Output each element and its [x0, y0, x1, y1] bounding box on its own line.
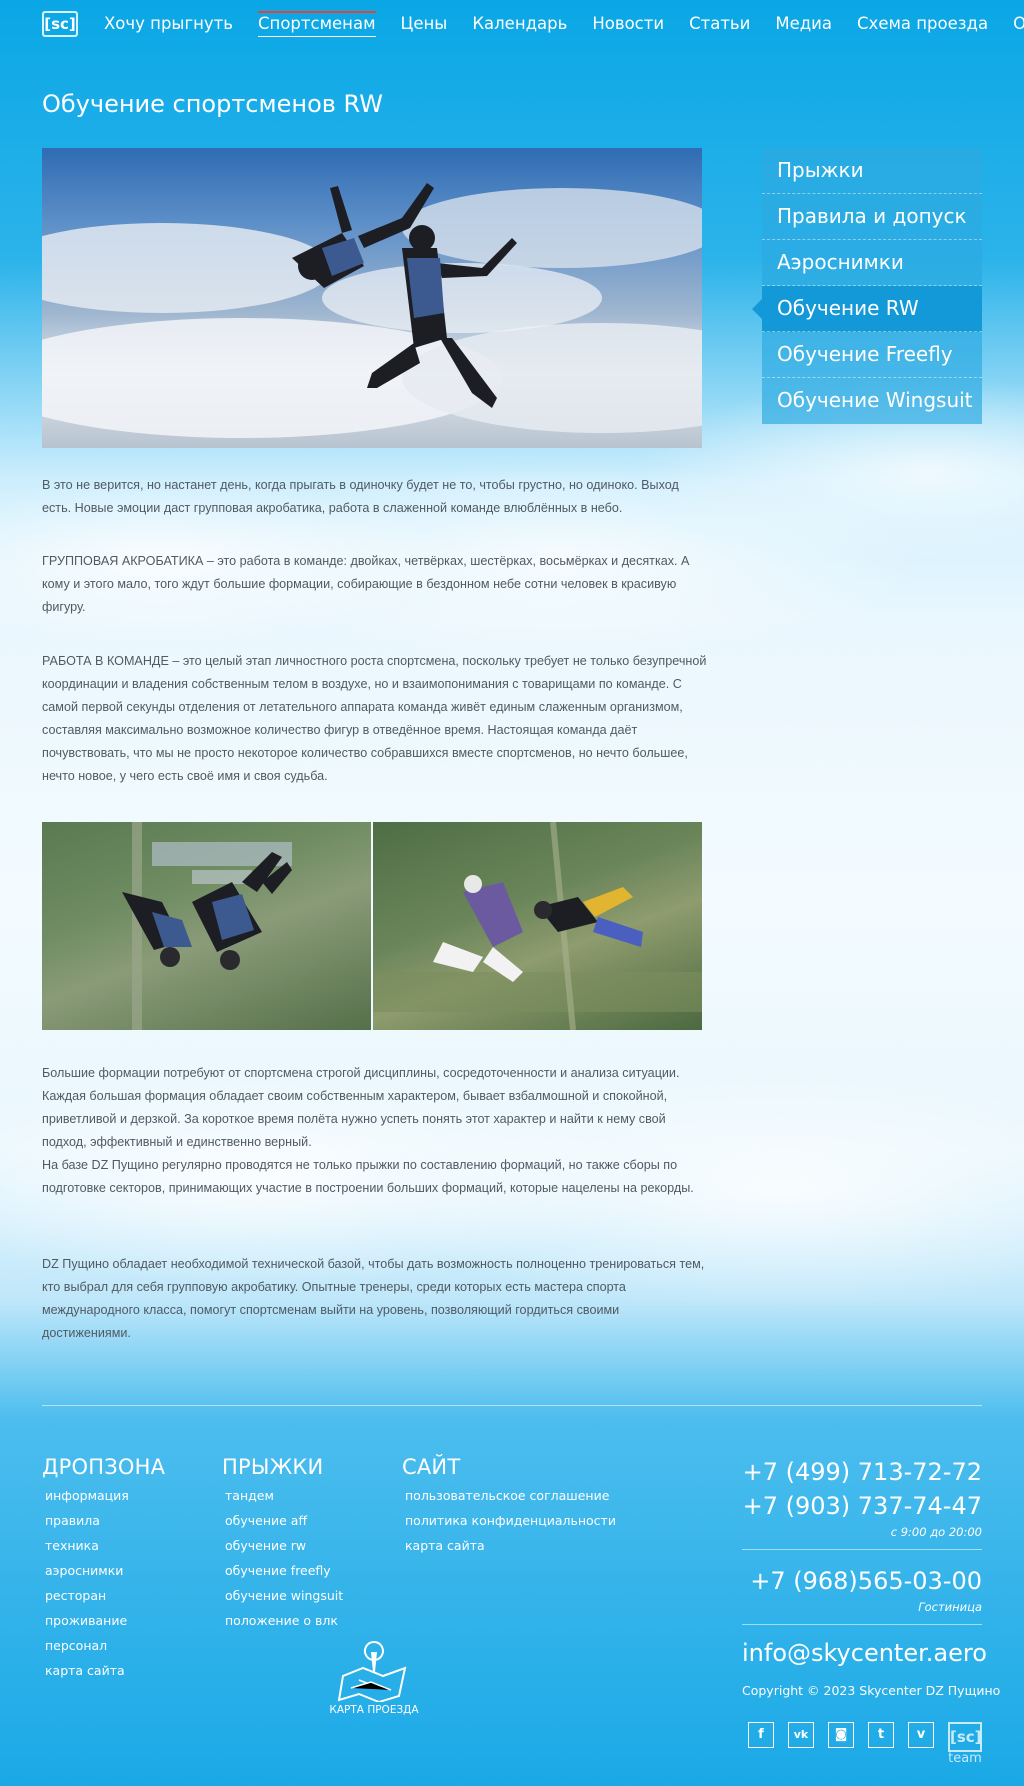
sidebar-item-rw-training[interactable]: Обучение RW [752, 286, 982, 332]
footer-link-privacy-policy[interactable]: политика конфиденциальности [402, 1508, 616, 1533]
nav-item-media[interactable]: Медиа [775, 14, 832, 37]
footer-link-rules[interactable]: правила [42, 1508, 165, 1533]
paragraph-teamwork: РАБОТА В КОМАНДЕ – это целый этап личнос… [42, 650, 708, 788]
nav-item-about[interactable]: О нас [1013, 14, 1024, 37]
footer-contacts: +7 (499) 713-72-72 +7 (903) 737-74-47 с … [742, 1455, 1001, 1698]
footer-link-user-agreement[interactable]: пользовательское соглашение [402, 1483, 616, 1508]
sidebar-item-wingsuit-training[interactable]: Обучение Wingsuit [762, 378, 982, 424]
gallery-photo-formation-2[interactable] [373, 822, 702, 1030]
copyright-text: Copyright © 2023 Skycenter DZ Пущино [742, 1683, 1001, 1698]
paragraph-text: На базе DZ Пущино регулярно проводятся н… [42, 1158, 694, 1195]
paragraph-text: ГРУППОВАЯ АКРОБАТИКА – это работа в кома… [42, 554, 690, 614]
team-logo[interactable]: [sc] team [948, 1722, 982, 1766]
contacts-divider [742, 1549, 982, 1550]
contacts-divider [742, 1624, 982, 1625]
phone-main[interactable]: +7 (499) 713-72-72 [742, 1455, 982, 1489]
footer-link-aerial-photos[interactable]: аэроснимки [42, 1558, 165, 1583]
paragraph-group-acrobatics: ГРУППОВАЯ АКРОБАТИКА – это работа в кома… [42, 550, 708, 619]
footer-link-accommodation[interactable]: проживание [42, 1608, 165, 1633]
nav-item-prices[interactable]: Цены [401, 14, 448, 37]
footer-divider [42, 1405, 982, 1406]
footer-link-aff-training[interactable]: обучение aff [222, 1508, 343, 1533]
footer-column-title: ПРЫЖКИ [222, 1455, 324, 1479]
footer-column-title: САЙТ [402, 1455, 461, 1479]
footer-link-equipment[interactable]: техника [42, 1533, 165, 1558]
gallery-illustration-1 [122, 822, 292, 1030]
instagram-icon[interactable]: ◙ [828, 1722, 854, 1748]
paragraph-text: Большие формации потребуют от спортсмена… [42, 1066, 680, 1149]
sidebar-item-jumps[interactable]: Прыжки [762, 148, 982, 194]
footer-column-jumps: ПРЫЖКИ тандем обучение aff обучение rw о… [222, 1455, 343, 1633]
footer-link-sitemap[interactable]: карта сайта [402, 1533, 616, 1558]
phone-hotel[interactable]: +7 (968)565-03-00 [742, 1564, 982, 1598]
footer-link-staff[interactable]: персонал [42, 1633, 165, 1658]
footer-link-rw-training[interactable]: обучение rw [222, 1533, 343, 1558]
footer-link-restaurant[interactable]: ресторан [42, 1583, 165, 1608]
photo-gallery [42, 822, 702, 1030]
phone-mobile[interactable]: +7 (903) 737-74-47 [742, 1489, 982, 1523]
top-navigation: [sc] Хочу прыгнуть Спортсменам Цены Кале… [0, 0, 1024, 52]
paragraph-text: DZ Пущино обладает необходимой техническ… [42, 1257, 705, 1340]
vk-icon[interactable]: vk [788, 1722, 814, 1748]
social-links: f vk ◙ t v [sc] team [734, 1722, 982, 1766]
footer-link-vlk-regulation[interactable]: положение о влк [222, 1608, 343, 1633]
paragraph-dz-base-formations: На базе DZ Пущино регулярно проводятся н… [42, 1154, 708, 1200]
page-title: Обучение спортсменов RW [42, 90, 383, 118]
gallery-illustration-2 [373, 822, 702, 1030]
directions-map-link[interactable]: КАРТА ПРОЕЗДА [322, 1638, 426, 1716]
hero-image-skydivers [42, 148, 702, 448]
site-logo[interactable]: [sc] [42, 11, 78, 37]
twitter-icon[interactable]: t [868, 1722, 894, 1748]
directions-map-label: КАРТА ПРОЕЗДА [329, 1704, 419, 1716]
hotel-label: Гостиница [918, 1600, 982, 1614]
nav-menu: Хочу прыгнуть Спортсменам Цены Календарь… [104, 11, 1024, 37]
nav-item-calendar[interactable]: Календарь [472, 14, 567, 37]
map-pin-icon [337, 1641, 407, 1702]
email-link[interactable]: info@skycenter.aero [742, 1639, 987, 1667]
team-logo-label: team [948, 1751, 982, 1766]
paragraph-text: В это не верится, но настанет день, когд… [42, 478, 679, 515]
footer-link-wingsuit-training[interactable]: обучение wingsuit [222, 1583, 343, 1608]
team-logo-mark: [sc] [948, 1722, 982, 1752]
footer-link-tandem[interactable]: тандем [222, 1483, 343, 1508]
nav-item-directions[interactable]: Схема проезда [857, 14, 988, 37]
footer-link-sitemap[interactable]: карта сайта [42, 1658, 165, 1683]
footer-column-title: ДРОПЗОНА [42, 1455, 166, 1479]
paragraph-big-formations: Большие формации потребуют от спортсмена… [42, 1062, 708, 1154]
nav-item-news[interactable]: Новости [592, 14, 664, 37]
footer-link-info[interactable]: информация [42, 1483, 165, 1508]
paragraph-intro: В это не верится, но настанет день, когд… [42, 474, 708, 520]
sidebar-item-rules[interactable]: Правила и допуск [762, 194, 982, 240]
sidebar-item-freefly-training[interactable]: Обучение Freefly [762, 332, 982, 378]
gallery-photo-formation-1[interactable] [42, 822, 371, 1030]
paragraph-technical-base: DZ Пущино обладает необходимой техническ… [42, 1253, 708, 1345]
facebook-icon[interactable]: f [748, 1722, 774, 1748]
working-hours: с 9:00 до 20:00 [890, 1525, 982, 1539]
footer-column-dropzone: ДРОПЗОНА информация правила техника аэро… [42, 1455, 165, 1683]
hero-illustration [42, 183, 702, 438]
nav-item-athletes[interactable]: Спортсменам [258, 11, 376, 37]
nav-item-articles[interactable]: Статьи [689, 14, 750, 37]
vimeo-icon[interactable]: v [908, 1722, 934, 1748]
footer-link-freefly-training[interactable]: обучение freefly [222, 1558, 343, 1583]
nav-item-want-to-jump[interactable]: Хочу прыгнуть [104, 14, 233, 37]
paragraph-text: РАБОТА В КОМАНДЕ – это целый этап личнос… [42, 654, 707, 783]
footer-column-site: САЙТ пользовательское соглашение политик… [402, 1455, 616, 1558]
sidebar-item-aerial-photos[interactable]: Аэроснимки [762, 240, 982, 286]
sidebar-menu: Прыжки Правила и допуск Аэроснимки Обуче… [752, 148, 982, 424]
